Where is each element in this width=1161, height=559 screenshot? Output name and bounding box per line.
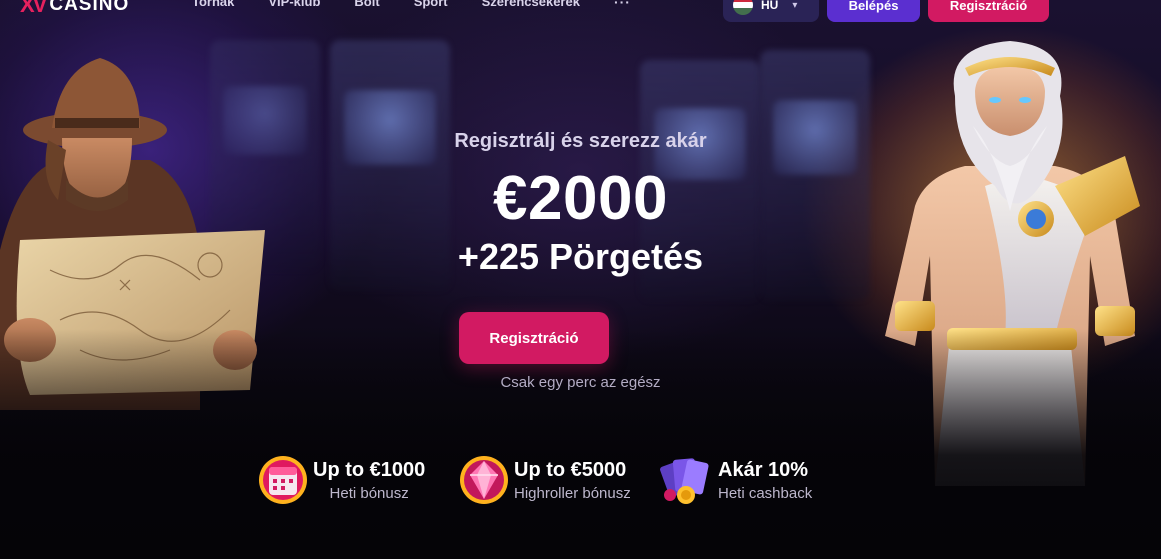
nav-link-wheel-of-fortune[interactable]: Szerencsekerék: [482, 0, 580, 10]
perk-title: Up to €5000: [514, 459, 627, 481]
perk-highroller-bonus: Up to €5000 Highroller bónusz: [458, 451, 631, 507]
cards-cashback-icon: [660, 458, 709, 504]
calendar-icon: [259, 456, 307, 504]
perk-subtitle: Heti cashback: [718, 485, 813, 502]
register-cta-button[interactable]: Regisztráció: [459, 312, 609, 364]
chevron-down-icon: ▾: [792, 0, 798, 11]
perk-title: Akár 10%: [718, 459, 809, 481]
nav-link-vip-club[interactable]: VIP-klub: [268, 0, 320, 10]
register-button-header[interactable]: Regisztráció: [928, 0, 1049, 22]
top-navigation: XV CASINO Tornák VIP-klub Bolt Sport Sze…: [0, 0, 1161, 22]
hero-subtitle: Regisztrálj és szerezz akár: [454, 130, 707, 152]
casino-logo[interactable]: XV CASINO: [20, 0, 129, 18]
hungary-flag-icon: [733, 0, 753, 15]
logo-text: CASINO: [49, 0, 130, 15]
login-button[interactable]: Belépés: [827, 0, 920, 22]
perk-title: Up to €1000: [313, 459, 426, 481]
cta-note: Csak egy perc az egész: [500, 374, 661, 391]
perk-subtitle: Highroller bónusz: [514, 485, 631, 502]
logo-mark: XV: [20, 0, 47, 17]
nav-link-tournaments[interactable]: Tornák: [192, 0, 234, 10]
hero-free-spins: +225 Pörgetés: [457, 236, 704, 277]
perk-weekly-cashback: Akár 10% Heti cashback: [658, 451, 812, 507]
gem-icon: [460, 456, 508, 504]
perk-subtitle: Heti bónusz: [329, 485, 409, 502]
nav-link-sport[interactable]: Sport: [414, 0, 448, 10]
perk-weekly-bonus: Up to €1000 Heti bónusz: [257, 451, 425, 507]
language-label: HU: [761, 0, 779, 12]
language-selector[interactable]: HU ▾: [723, 0, 819, 22]
hero-bonus-amount: €2000: [493, 164, 668, 233]
more-menu-icon[interactable]: ···: [614, 0, 631, 10]
nav-links: Tornák VIP-klub Bolt Sport Szerencsekeré…: [192, 0, 631, 10]
nav-link-shop[interactable]: Bolt: [354, 0, 379, 10]
